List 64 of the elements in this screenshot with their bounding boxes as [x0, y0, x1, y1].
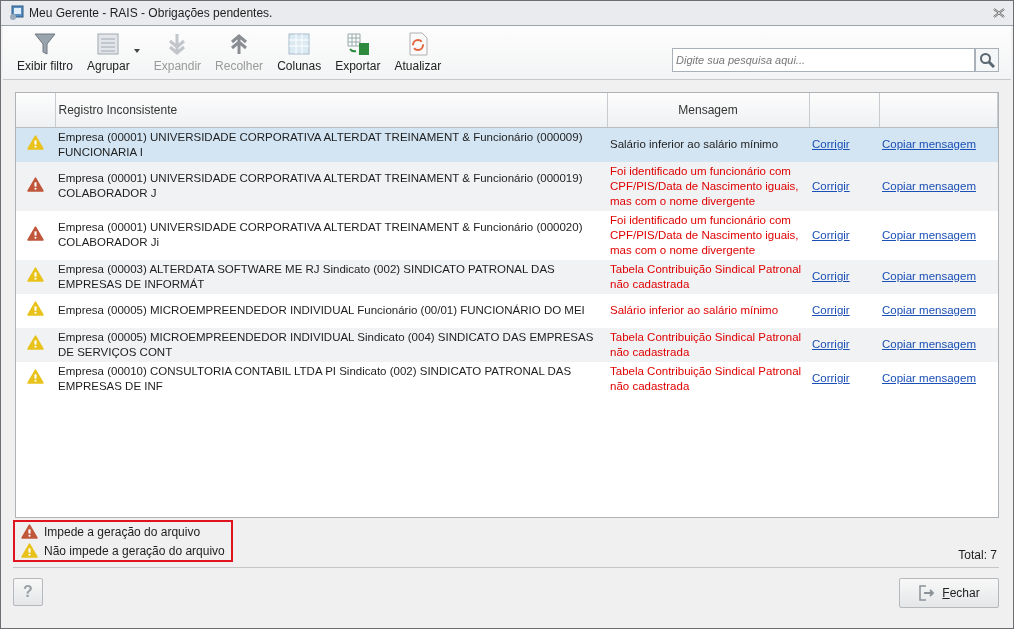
caret-icon: [133, 49, 140, 53]
table-cell: Empresa (00001) UNIVERSIDADE CORPORATIVA ALTERDAT TREINAMENT & Funcionário (000020) COLABORADOR Ji: [58, 221, 583, 248]
search-icon: [979, 51, 995, 68]
window-title: Meu Gerente - RAIS - Obrigações pendentes.: [29, 6, 274, 20]
message-text: Tabela Contribuição Sindical Patronal não cadastrada: [610, 364, 802, 392]
warning-icon: [27, 135, 44, 150]
copy-message-link[interactable]: Copiar mensagem: [882, 228, 976, 241]
app-icon: [9, 5, 25, 21]
list-icon: [96, 32, 121, 56]
toolbar-button[interactable]: Exportar: [329, 30, 387, 75]
funnel-icon: [33, 32, 57, 56]
toolbar-button[interactable]: Exibir filtro: [11, 30, 79, 75]
warning-icon: [27, 267, 44, 282]
fix-link[interactable]: Corrigir: [812, 228, 850, 241]
table-cell: Empresa (00005) MICROEMPREENDEDOR INDIVIDUAL Funcionário (00/01) FUNCIONÁRIO DO MEI: [58, 304, 585, 316]
legend-label: Impede a geração do arquivo: [44, 524, 201, 539]
table-row[interactable]: Empresa (00001) UNIVERSIDADE CORPORATIVA ALTERDAT TREINAMENT & Funcionário (000009) FUNCIONARIA I Salário inferior ao salário mínimo Corrigir Copiar mensagem: [16, 127, 998, 162]
table-cell: Empresa (00010) CONSULTORIA CONTABIL LTDA PI Sindicato (002) SINDICATO PATRONAL DAS EMPRESAS DE INF: [58, 364, 572, 392]
warning-icon: [21, 543, 38, 558]
column-header[interactable]: Mensagem: [607, 93, 809, 127]
fix-link[interactable]: Corrigir: [812, 270, 850, 282]
warning-icon: [27, 369, 44, 384]
copy-message-link[interactable]: Copiar mensagem: [882, 338, 976, 350]
message-text: Tabela Contribuição Sindical Patronal não cadastrada: [610, 262, 802, 290]
error-icon: [27, 225, 44, 241]
copy-message-link[interactable]: Copiar mensagem: [882, 270, 976, 282]
exit-icon: [918, 585, 937, 601]
table-cell: Empresa (00005) MICROEMPREENDEDOR INDIVIDUAL Sindicato (004) SINDICATO DAS EMPRESAS DE SERVIÇOS CONT: [58, 330, 594, 358]
total-count: Total: 7: [958, 548, 998, 562]
column-header[interactable]: Registro Inconsistente: [55, 93, 607, 127]
fix-link[interactable]: Corrigir: [812, 304, 850, 316]
message-text: Salário inferior ao salário mínimo: [610, 304, 779, 316]
error-icon: [27, 176, 44, 192]
error-icon: [21, 524, 38, 539]
fix-link[interactable]: Corrigir: [812, 338, 850, 350]
table-row[interactable]: [16, 161, 998, 211]
table-cell: Empresa (00001) UNIVERSIDADE CORPORATIVA ALTERDAT TREINAMENT & Funcionário (000009) FUNCIONARIA I: [58, 130, 583, 158]
toolbar-button[interactable]: Agrupar: [81, 30, 146, 75]
fix-link[interactable]: Corrigir: [812, 372, 850, 384]
toolbar-button[interactable]: Colunas: [271, 30, 328, 75]
search-button[interactable]: [975, 47, 999, 72]
copy-message-link[interactable]: Copiar mensagem: [882, 304, 976, 316]
close-icon[interactable]: [993, 8, 1005, 18]
fix-link[interactable]: Corrigir: [812, 138, 850, 150]
grid-icon: [287, 32, 312, 56]
message-text: Tabela Contribuição Sindical Patronal não cadastrada: [610, 330, 802, 358]
legend-label: Não impede a geração do arquivo: [44, 543, 225, 558]
copy-message-link[interactable]: Copiar mensagem: [882, 179, 976, 192]
search-field[interactable]: Digite sua pesquisa aqui...: [672, 47, 975, 72]
close-button[interactable]: Fechar: [899, 578, 999, 608]
spreadsheet-icon: [345, 32, 370, 56]
toolbar-button[interactable]: Atualizar: [388, 30, 448, 75]
table-row[interactable]: Empresa (00005) MICROEMPREENDEDOR INDIVIDUAL Funcionário (00/01) FUNCIONÁRIO DO MEI Salário inferior ao salário mínimo Corrigir Copiar mensagem: [16, 293, 998, 328]
copy-message-link[interactable]: Copiar mensagem: [882, 138, 976, 150]
message-text: Salário inferior ao salário mínimo: [610, 138, 779, 150]
fix-link[interactable]: Corrigir: [812, 179, 850, 192]
table-cell: Empresa (00001) UNIVERSIDADE CORPORATIVA ALTERDAT TREINAMENT & Funcionário (000019) COLABORADOR J: [58, 172, 583, 199]
message-text: Foi identificado um funcionário com CPF/PIS/Data de Nascimento iguais, mas com o nome divergente: [610, 164, 799, 207]
table-row[interactable]: [16, 210, 998, 260]
copy-message-link[interactable]: Copiar mensagem: [882, 372, 976, 384]
warning-icon: [27, 301, 44, 316]
message-text: Foi identificado um funcionário com CPF/PIS/Data de Nascimento iguais, mas com o nome divergente: [610, 213, 799, 256]
warning-icon: [27, 335, 44, 350]
table-cell: Empresa (00003) ALTERDATA SOFTWARE ME RJ Sindicato (002) SINDICATO PATRONAL DAS EMPRESAS DE INFORMÁT: [58, 262, 555, 290]
